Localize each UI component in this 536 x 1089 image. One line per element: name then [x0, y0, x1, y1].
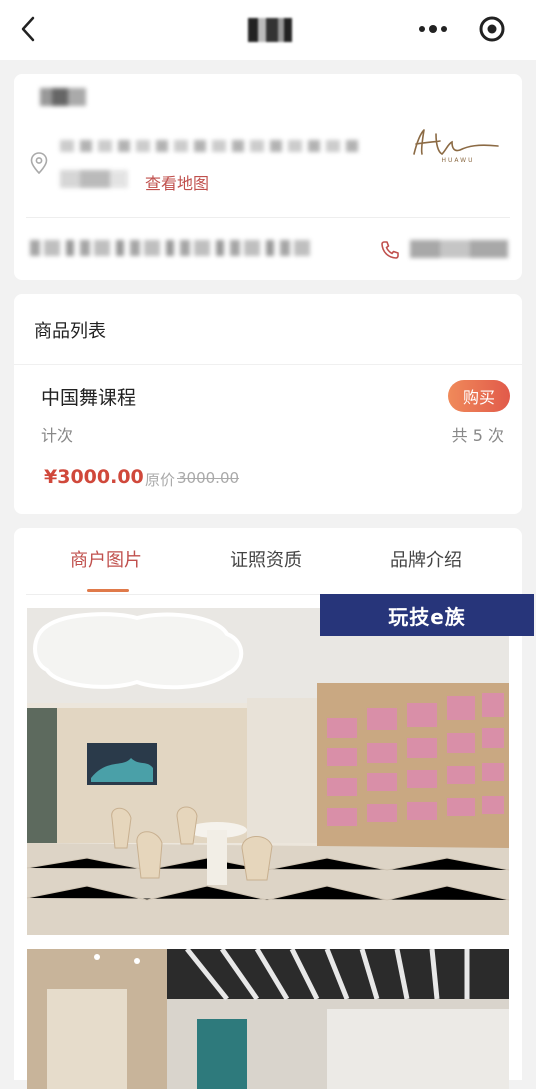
- navigation-bar: [0, 0, 536, 60]
- watermark-badge: 玩技e族: [320, 594, 534, 636]
- active-tab-indicator: [87, 589, 129, 592]
- tab-brand-intro[interactable]: 品牌介绍: [390, 546, 462, 572]
- business-hours-redacted: [30, 240, 310, 256]
- tab-merchant-photos[interactable]: 商户图片: [70, 546, 142, 572]
- merchant-logo: HUAWU: [413, 129, 499, 164]
- shop-hallway-image: [27, 949, 509, 1089]
- goods-list-card: 商品列表 中国舞课程 购买 计次 共 5 次 ¥3000.00 原价 3000.…: [14, 294, 522, 514]
- original-price-label: 原价: [145, 471, 176, 489]
- merchant-photo[interactable]: [27, 949, 509, 1089]
- goods-price: ¥3000.00: [44, 466, 144, 488]
- merchant-info-card: 查看地图 HUAWU: [14, 74, 522, 280]
- phone-icon[interactable]: [380, 240, 400, 260]
- divider: [26, 217, 510, 218]
- goods-unit: 计次: [41, 426, 74, 445]
- merchant-photo[interactable]: [27, 608, 509, 935]
- chevron-left-icon: [21, 16, 35, 42]
- more-button[interactable]: [402, 10, 464, 48]
- target-icon: [479, 16, 505, 42]
- location-pin-icon: [30, 152, 48, 174]
- section-title: 商品列表: [34, 321, 106, 342]
- logo-text: HUAWU: [441, 157, 474, 164]
- goods-name[interactable]: 中国舞课程: [41, 383, 136, 410]
- divider: [14, 364, 522, 365]
- page-title-redacted: [248, 18, 292, 42]
- address-line-redacted: [60, 140, 360, 152]
- tab-bar: 商户图片 证照资质 品牌介绍: [14, 528, 522, 594]
- view-map-link[interactable]: 查看地图: [145, 170, 209, 194]
- phone-number-redacted: [410, 240, 508, 258]
- original-price: 3000.00: [177, 469, 240, 487]
- mini-program-capsule: [402, 10, 520, 48]
- tab-licenses[interactable]: 证照资质: [230, 546, 302, 572]
- more-dots-icon: [419, 25, 447, 33]
- shop-interior-image: [27, 608, 509, 935]
- address-line-redacted: [60, 170, 128, 188]
- merchant-name-redacted: [40, 88, 86, 106]
- back-button[interactable]: [14, 14, 44, 44]
- goods-count: 共 5 次: [451, 426, 504, 445]
- buy-button[interactable]: 购买: [448, 380, 510, 412]
- close-miniprogram-button[interactable]: [464, 10, 520, 48]
